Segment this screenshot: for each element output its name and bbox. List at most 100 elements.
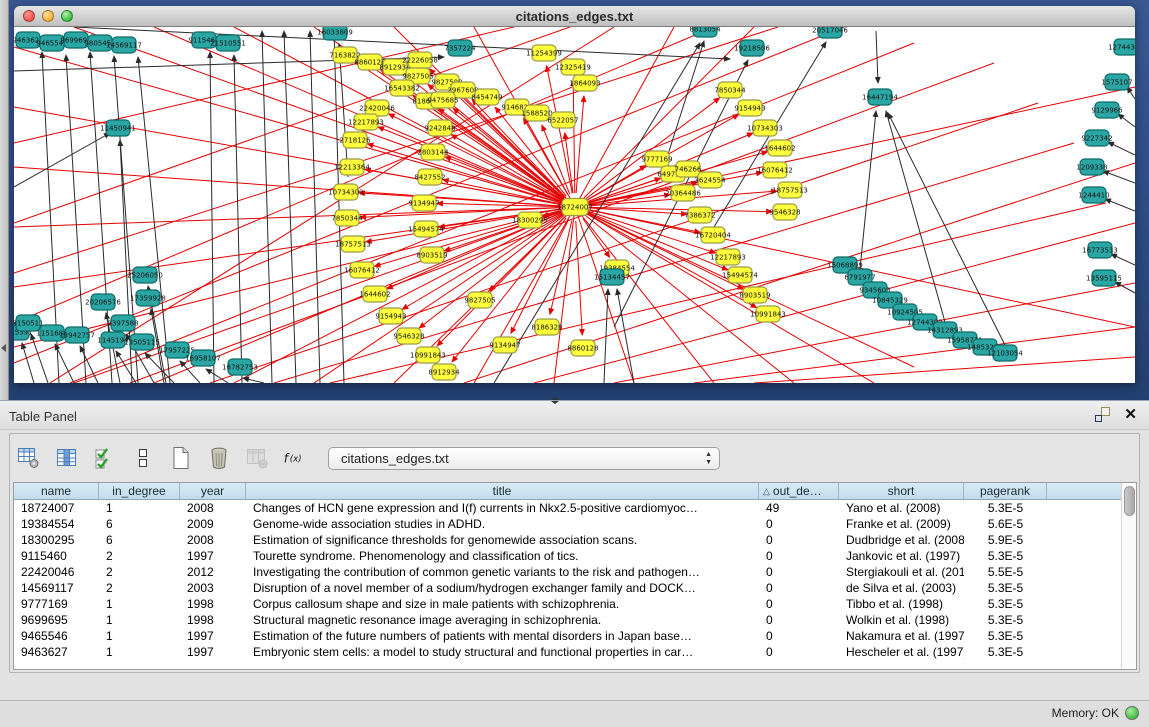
network-node[interactable]: 9134947 [408,195,439,211]
delete-column-button[interactable] [206,444,232,472]
network-node[interactable]: 16773533 [1082,242,1118,258]
network-node[interactable]: 8860128 [567,340,598,356]
network-node[interactable]: 12744303 [1108,39,1135,55]
network-node[interactable]: 16076412 [757,162,793,178]
network-node[interactable]: 9777169 [641,151,672,167]
network-node[interactable]: 16447194 [862,89,898,105]
network-node[interactable]: 13595115 [1086,270,1122,286]
network-node[interactable]: 7850344 [714,82,746,98]
column-header-title[interactable]: title [246,483,759,500]
network-node[interactable]: 2718126 [339,132,371,148]
network-node[interactable]: 18724007 [557,199,593,216]
network-node[interactable]: 6522057 [547,112,578,128]
network-node[interactable]: 16720404 [695,227,731,243]
network-node[interactable]: 9129966 [1091,102,1123,118]
network-node[interactable]: 12213364 [334,159,370,175]
table-row[interactable]: 946554611997Estimation of the future num… [14,628,1136,644]
network-node[interactable]: 1244410 [1078,187,1109,203]
column-header-name[interactable]: name [14,483,99,500]
new-column-button[interactable] [168,444,194,472]
network-node[interactable]: 9154943 [734,100,765,116]
cell-in_degree: 1 [99,612,180,628]
table-row[interactable]: 1938455462009Genome-wide association stu… [14,516,1136,532]
table-row[interactable]: 969969511998Structural magnetic resonanc… [14,612,1136,628]
table-row[interactable]: 1872400712008Changes of HCN gene express… [14,500,1136,516]
select-columns-button[interactable] [92,444,118,472]
network-node[interactable]: 1864093 [569,75,600,91]
float-panel-icon[interactable] [1095,407,1110,422]
network-node[interactable]: 10991843 [410,347,446,363]
table-row[interactable]: 977716911998Corpus callosum shape and si… [14,596,1136,612]
network-node[interactable]: 8912934 [428,364,460,380]
network-node[interactable]: 8454749 [471,89,502,105]
close-panel-icon[interactable]: ✕ [1124,407,1137,422]
network-node[interactable]: 9154943 [375,308,406,324]
network-node[interactable]: 8186328 [531,319,562,335]
network-node[interactable]: 10734303 [328,184,364,200]
memory-ok-indicator [1125,706,1139,720]
network-node[interactable]: 18300295 [512,212,548,228]
network-view-region: citations_edges.txt 71638228860128891293… [0,0,1149,400]
side-panel-divider[interactable] [0,0,9,400]
network-node[interactable]: 20206576 [85,294,121,310]
network-node[interactable]: 9227342 [1081,130,1112,146]
row-height-button[interactable] [130,444,156,472]
table-selector-dropdown[interactable]: citations_edges.txt ▲▼ [328,447,720,470]
network-node[interactable]: 3624554 [694,172,726,188]
network-node[interactable]: 9242848 [424,120,455,136]
column-header-short[interactable]: short [839,483,964,500]
network-node[interactable]: 9475685 [427,92,458,108]
network-node[interactable]: 7850344 [331,210,363,226]
network-node[interactable]: 7386372 [684,207,715,223]
network-node[interactable]: 2803144 [417,144,449,160]
network-node[interactable]: 12325419 [555,59,591,75]
delete-table-button[interactable] [244,444,270,472]
network-node[interactable]: 25206050 [127,267,163,283]
network-node[interactable]: 1644602 [359,286,390,302]
sort-ascending-icon: △ [763,486,770,497]
network-node[interactable]: 9134947 [489,337,520,353]
window-titlebar[interactable]: citations_edges.txt [14,6,1135,27]
scrollbar-thumb[interactable] [1124,486,1135,516]
table-row[interactable]: 2242004622012Investigating the contribut… [14,564,1136,580]
svg-text:16773533: 16773533 [1082,247,1118,255]
split-pane-handle[interactable] [549,397,561,403]
column-visibility-button[interactable] [54,444,80,472]
network-node[interactable]: 9546328 [393,328,424,344]
table-row[interactable]: 1456911722003Disruption of a novel membe… [14,580,1136,596]
network-node[interactable]: 8903519 [739,287,770,303]
table-row[interactable]: 1830029562008Estimation of significance … [14,532,1136,548]
network-node[interactable]: 16033809 [317,27,353,40]
network-node[interactable]: 16782753 [222,359,258,375]
network-node[interactable]: 1575107 [1101,74,1132,90]
table-scrollbar[interactable] [1121,483,1136,669]
network-node[interactable]: 1644602 [764,140,795,156]
network-node[interactable]: 9827505 [464,292,495,308]
network-node[interactable]: 11450941 [100,120,136,136]
network-node[interactable]: 16076412 [344,262,380,278]
network-node[interactable]: 1209338 [1076,159,1107,175]
table-row[interactable]: 911546021997Tourette syndrome. Phenomeno… [14,548,1136,564]
column-header-year[interactable]: year [180,483,246,500]
column-header-pagerank[interactable]: pagerank [964,483,1047,500]
column-header-in_degree[interactable]: in_degree [99,483,180,500]
network-node[interactable]: 12217893 [710,249,746,265]
table-mode-button[interactable] [16,444,42,472]
panel-collapse-arrow[interactable] [1,344,6,352]
network-node[interactable]: 9397588 [107,315,138,331]
network-node[interactable]: 11254399 [526,45,562,61]
network-node[interactable]: 8813054 [689,27,721,37]
network-node[interactable]: 19218506 [734,40,770,56]
network-node[interactable]: 10991843 [750,306,786,322]
network-node[interactable]: 18757513 [772,182,808,198]
column-header-filler[interactable] [1047,483,1122,500]
network-node[interactable]: 20517046 [812,27,848,38]
function-builder-button[interactable]: f (x) [282,444,308,472]
network-node[interactable]: 8427552 [414,169,445,185]
network-node[interactable]: 9546328 [769,204,800,220]
network-canvas[interactable]: 7163822886012889129342222605898275051654… [14,27,1135,383]
network-node[interactable]: 7357224 [444,40,476,56]
column-header-out_de…[interactable]: △out_de… [759,483,839,500]
network-node[interactable]: 8903519 [416,247,447,263]
table-row[interactable]: 946362711997Embryonic stem cells: a mode… [14,644,1136,660]
